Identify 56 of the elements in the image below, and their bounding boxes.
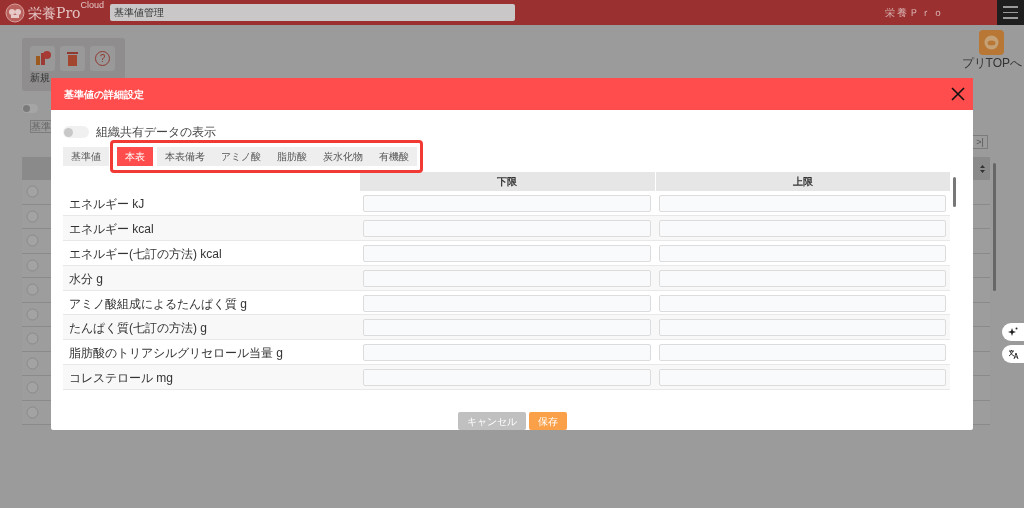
- search-field[interactable]: 基準値管理: [110, 4, 516, 21]
- row-label: エネルギー(七訂の方法) kcal: [68, 245, 223, 263]
- tab[interactable]: 本表備考: [157, 147, 213, 166]
- logo-superscript: Cloud: [80, 1, 105, 10]
- translate-button[interactable]: [1002, 345, 1024, 363]
- input-field[interactable]: [658, 269, 946, 287]
- input-field[interactable]: [658, 369, 946, 387]
- row-label: 水分 g: [68, 270, 104, 288]
- logo-text: 栄養Pro: [28, 5, 81, 20]
- input-field[interactable]: [658, 244, 946, 262]
- close-icon: [950, 86, 966, 102]
- input-field[interactable]: [658, 294, 946, 312]
- input-field[interactable]: [363, 244, 651, 262]
- logo-icon: [5, 2, 25, 23]
- toggle-switch[interactable]: [22, 104, 38, 113]
- tab[interactable]: 有機酸: [371, 147, 417, 166]
- chart-plus-icon[interactable]: [30, 46, 55, 71]
- cloud-app-icon[interactable]: [979, 30, 1005, 55]
- tab[interactable]: 炭水化物: [315, 147, 371, 166]
- toggle-switch[interactable]: [63, 126, 89, 138]
- scrollbar-thumb[interactable]: [952, 177, 956, 207]
- input-field[interactable]: [363, 195, 651, 212]
- row-label: エネルギー kJ: [68, 196, 146, 213]
- trash-icon[interactable]: [60, 46, 85, 71]
- input-field[interactable]: [363, 219, 651, 237]
- brand-label: 栄養Ｐｒｏ: [885, 6, 945, 20]
- toolbar-label: 新規: [30, 73, 51, 83]
- translate-icon: [1007, 348, 1019, 360]
- dialog-title: 基準値の詳細設定: [64, 87, 144, 102]
- input-field[interactable]: [658, 344, 946, 362]
- close-button[interactable]: [950, 86, 966, 102]
- row-label: エネルギー kcal: [68, 220, 155, 238]
- tab[interactable]: アミノ酸: [213, 147, 269, 166]
- sparkle-button[interactable]: [1002, 323, 1024, 341]
- column-header: 下限: [359, 172, 655, 191]
- input-field[interactable]: [658, 319, 946, 337]
- sparkle-icon: [1008, 327, 1018, 337]
- row-label: コレステロール mg: [68, 370, 174, 388]
- sort-icon[interactable]: [980, 164, 985, 173]
- column-header: 上限: [654, 172, 950, 191]
- tab[interactable]: 基準値: [63, 147, 109, 166]
- row-label: アミノ酸組成によるたんぱく質 g: [68, 295, 248, 313]
- input-field[interactable]: [658, 195, 946, 212]
- tab[interactable]: 脂肪酸: [269, 147, 315, 166]
- menu-button[interactable]: [997, 0, 1024, 25]
- input-field[interactable]: [363, 344, 651, 362]
- row-label: たんぱく質(七訂の方法) g: [68, 320, 208, 338]
- scrollbar-thumb[interactable]: [993, 163, 996, 291]
- input-field[interactable]: [363, 319, 651, 337]
- toggle-label: 組織共有データの表示: [96, 124, 216, 141]
- input-field[interactable]: [363, 369, 651, 387]
- input-field[interactable]: [363, 269, 651, 287]
- row-label: 脂肪酸のトリアシルグリセロール当量 g: [68, 345, 284, 363]
- input-field[interactable]: [658, 219, 946, 237]
- app-top-label[interactable]: プリTOPへ: [961, 57, 1022, 69]
- input-field[interactable]: [363, 294, 651, 312]
